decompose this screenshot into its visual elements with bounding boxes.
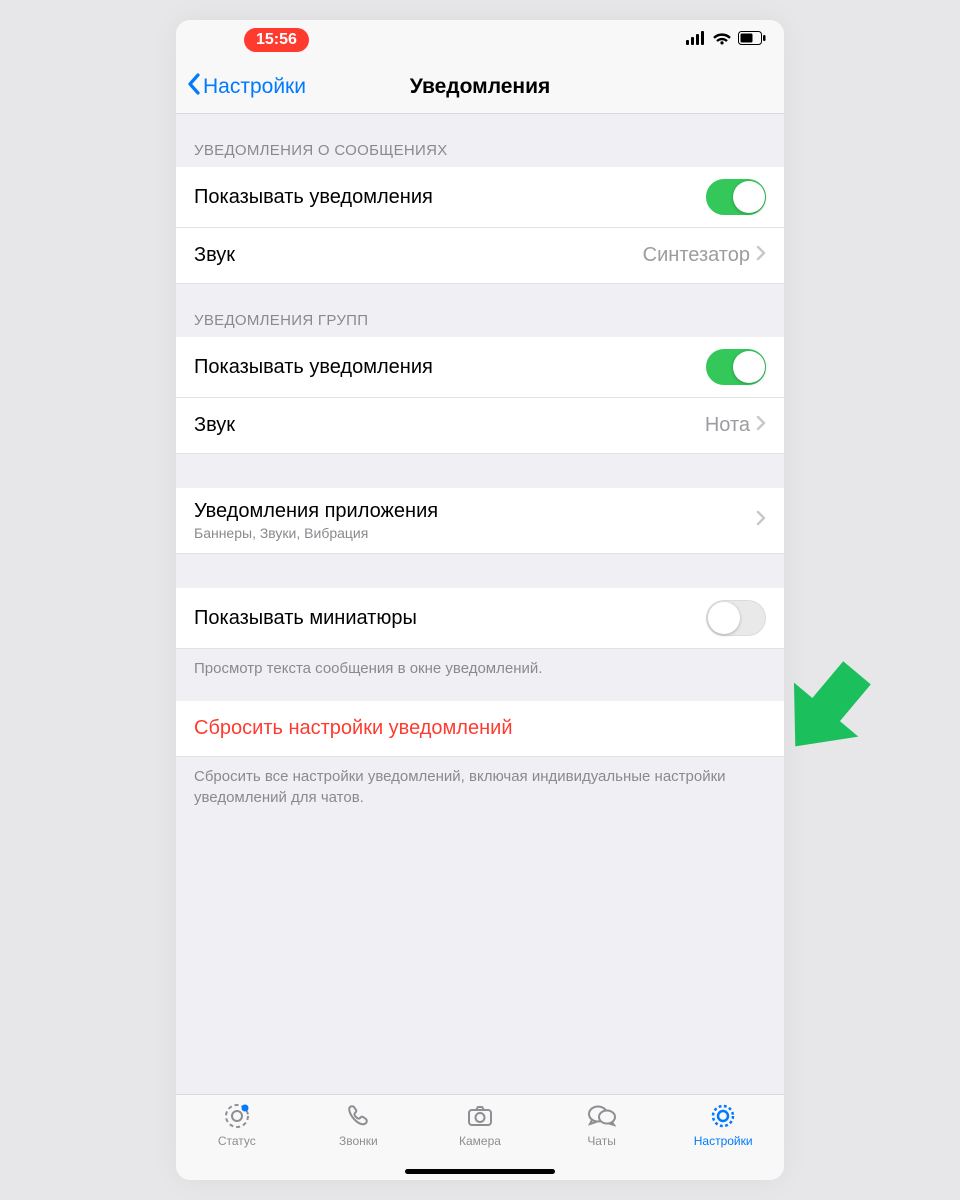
row-app-notifications[interactable]: Уведомления приложения Баннеры, Звуки, В… xyxy=(176,488,784,554)
row-label: Показывать уведомления xyxy=(194,186,433,209)
row-messages-sound[interactable]: Звук Синтезатор xyxy=(176,228,784,284)
phone-icon xyxy=(343,1101,373,1131)
tab-calls[interactable]: Звонки xyxy=(298,1101,420,1180)
row-reset-notifications[interactable]: Сбросить настройки уведомлений xyxy=(176,701,784,757)
tab-status[interactable]: Статус xyxy=(176,1101,298,1180)
cellular-icon xyxy=(686,31,706,50)
camera-icon xyxy=(465,1101,495,1131)
wifi-icon xyxy=(712,31,732,50)
chevron-right-icon xyxy=(756,510,766,531)
tab-settings[interactable]: Настройки xyxy=(662,1101,784,1180)
chevron-right-icon xyxy=(756,244,766,267)
section-header-groups: УВЕДОМЛЕНИЯ ГРУПП xyxy=(176,284,784,337)
status-indicators xyxy=(686,31,766,50)
home-indicator[interactable] xyxy=(405,1169,555,1174)
tab-bar: Статус Звонки Камера Чаты Настройки xyxy=(176,1094,784,1180)
chevron-right-icon xyxy=(756,414,766,437)
row-label: Сбросить настройки уведомлений xyxy=(194,717,513,740)
tab-label: Звонки xyxy=(339,1134,378,1148)
status-bar: 15:56 xyxy=(176,20,784,60)
back-button[interactable]: Настройки xyxy=(186,73,306,101)
phone-frame: 15:56 Настройки Уведомления УВЕДОМЛЕНИЯ … xyxy=(176,20,784,1180)
row-messages-show[interactable]: Показывать уведомления xyxy=(176,167,784,228)
status-icon xyxy=(222,1101,252,1131)
battery-icon xyxy=(738,31,766,50)
back-label: Настройки xyxy=(203,75,306,99)
row-value: Синтезатор xyxy=(643,244,750,267)
row-label: Уведомления приложения xyxy=(194,500,438,523)
row-groups-show[interactable]: Показывать уведомления xyxy=(176,337,784,398)
section-footer-reset: Сбросить все настройки уведомлений, вклю… xyxy=(176,757,784,808)
section-footer-preview: Просмотр текста сообщения в окне уведомл… xyxy=(176,649,784,679)
navigation-bar: Настройки Уведомления xyxy=(176,60,784,114)
annotation-arrow-icon xyxy=(770,645,890,770)
row-label: Звук xyxy=(194,244,235,267)
row-label: Звук xyxy=(194,414,235,437)
row-label: Показывать миниатюры xyxy=(194,607,417,630)
status-time-recording: 15:56 xyxy=(244,28,309,52)
section-header-messages: УВЕДОМЛЕНИЯ О СООБЩЕНИЯХ xyxy=(176,114,784,167)
tab-chats[interactable]: Чаты xyxy=(541,1101,663,1180)
tab-label: Настройки xyxy=(694,1134,753,1148)
settings-content[interactable]: УВЕДОМЛЕНИЯ О СООБЩЕНИЯХ Показывать увед… xyxy=(176,114,784,1094)
chevron-left-icon xyxy=(186,73,203,101)
row-sublabel: Баннеры, Звуки, Вибрация xyxy=(194,525,438,541)
gear-icon xyxy=(708,1101,738,1131)
row-show-preview[interactable]: Показывать миниатюры xyxy=(176,588,784,649)
row-value: Нота xyxy=(705,414,750,437)
row-groups-sound[interactable]: Звук Нота xyxy=(176,398,784,454)
tab-label: Чаты xyxy=(587,1134,616,1148)
chats-icon xyxy=(586,1101,618,1131)
toggle-groups-show[interactable] xyxy=(706,349,766,385)
tab-label: Камера xyxy=(459,1134,501,1148)
row-label: Показывать уведомления xyxy=(194,356,433,379)
tab-label: Статус xyxy=(218,1134,256,1148)
toggle-messages-show[interactable] xyxy=(706,179,766,215)
toggle-show-preview[interactable] xyxy=(706,600,766,636)
